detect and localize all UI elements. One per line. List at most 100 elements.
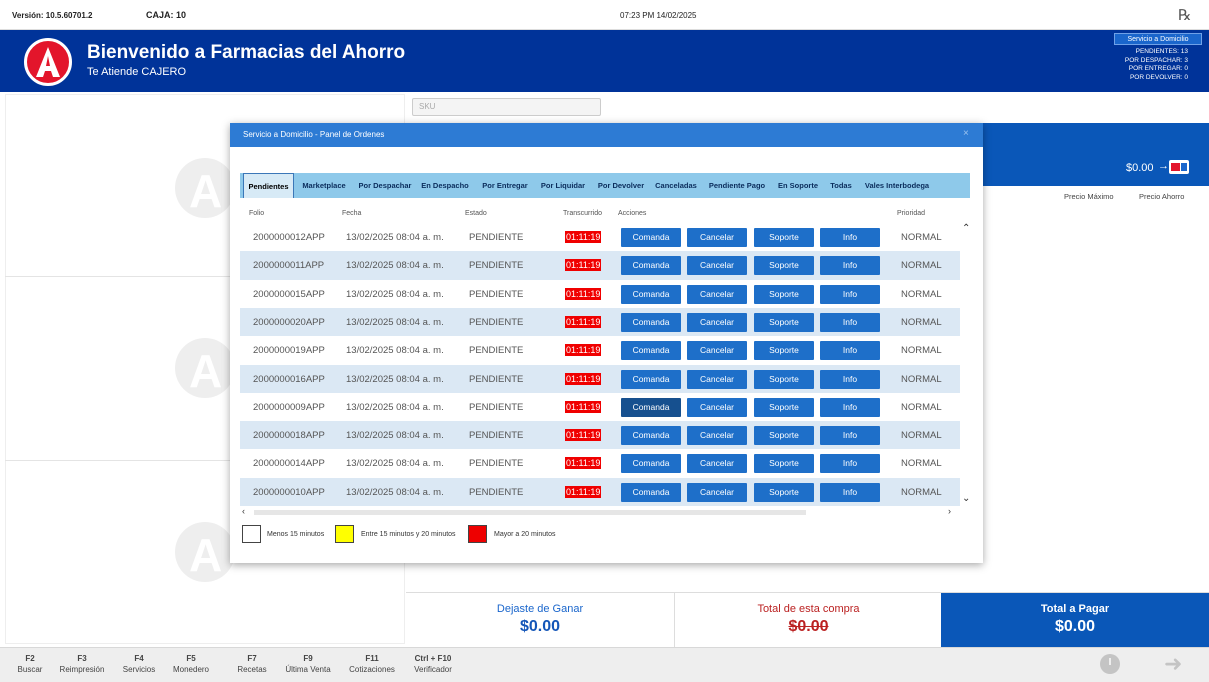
table-row[interactable]: 2000000009APP 13/02/2025 08:04 a. m. PEN… xyxy=(240,393,960,421)
comanda-button[interactable]: Comanda xyxy=(621,228,681,247)
tab-canceladas[interactable]: Canceladas xyxy=(652,173,700,198)
transcurrido-timer: 01:11:19 xyxy=(565,287,602,300)
comanda-button[interactable]: Comanda xyxy=(621,369,681,389)
tab-vales-interbodega[interactable]: Vales Interbodega xyxy=(861,173,933,198)
info-button[interactable]: Info xyxy=(820,426,880,446)
table-row[interactable]: 2000000016APP 13/02/2025 08:04 a. m. PEN… xyxy=(240,364,960,393)
info-button[interactable]: Info xyxy=(820,397,880,417)
fk-servicios[interactable]: F4 Servicios xyxy=(118,653,160,675)
col-estado[interactable]: Estado xyxy=(465,210,487,217)
close-icon[interactable]: × xyxy=(963,128,969,139)
scroll-up-icon[interactable]: ⌃ xyxy=(962,223,970,234)
table-row[interactable]: 2000000011APP 13/02/2025 08:04 a. m. PEN… xyxy=(240,251,960,280)
info-button[interactable]: Info xyxy=(820,228,880,247)
rx-icon[interactable]: ℞ xyxy=(1178,6,1191,24)
scroll-down-icon[interactable]: ⌄ xyxy=(962,493,970,504)
soporte-button[interactable]: Soporte xyxy=(754,312,814,332)
comanda-button[interactable]: Comanda xyxy=(621,341,681,361)
band-total: $0.00 xyxy=(1126,162,1154,174)
comanda-button[interactable]: Comanda xyxy=(621,312,681,332)
col-fecha[interactable]: Fecha xyxy=(342,210,361,217)
table-row[interactable]: 2000000018APP 13/02/2025 08:04 a. m. PEN… xyxy=(240,421,960,450)
tab-por-despachar[interactable]: Por Despachar xyxy=(356,173,414,198)
tab-en-soporte[interactable]: En Soporte xyxy=(774,173,822,198)
fk-verificador[interactable]: Ctrl + F10 Verificador xyxy=(408,653,458,675)
comanda-button[interactable]: Comanda xyxy=(621,482,681,502)
comanda-button[interactable]: Comanda xyxy=(621,426,681,446)
scroll-left-icon[interactable]: ‹ xyxy=(242,506,245,516)
cancelar-button[interactable]: Cancelar xyxy=(687,228,747,247)
soporte-button[interactable]: Soporte xyxy=(754,482,814,502)
comanda-button[interactable]: Comanda xyxy=(621,454,681,474)
history-clock-icon[interactable] xyxy=(1100,654,1120,674)
cancelar-button[interactable]: Cancelar xyxy=(687,284,747,304)
info-button[interactable]: Info xyxy=(820,312,880,332)
info-button[interactable]: Info xyxy=(820,341,880,361)
soporte-button[interactable]: Soporte xyxy=(754,341,814,361)
scroll-right-icon[interactable]: › xyxy=(948,506,951,516)
transcurrido-timer: 01:11:19 xyxy=(565,344,602,357)
cancelar-button[interactable]: Cancelar xyxy=(687,454,747,474)
tab-pendiente-pago[interactable]: Pendiente Pago xyxy=(705,173,769,198)
cancelar-button[interactable]: Cancelar xyxy=(687,312,747,332)
table-row[interactable]: 2000000012APP 13/02/2025 08:04 a. m. PEN… xyxy=(240,223,960,251)
sku-input[interactable]: SKU xyxy=(412,98,601,116)
info-button[interactable]: Info xyxy=(820,482,880,502)
compra-label: Total de esta compra xyxy=(757,603,860,615)
scroll-thumb[interactable] xyxy=(254,510,806,515)
soporte-button[interactable]: Soporte xyxy=(754,256,814,276)
fk-monedero[interactable]: F5 Monedero xyxy=(168,653,214,675)
servicio-domicilio-button[interactable]: Servicio a Domicilio xyxy=(1114,33,1202,45)
col-prioridad[interactable]: Prioridad xyxy=(897,210,925,217)
tab-todas[interactable]: Todas xyxy=(827,173,855,198)
cancelar-button[interactable]: Cancelar xyxy=(687,256,747,276)
info-button[interactable]: Info xyxy=(820,284,880,304)
tab-por-liquidar[interactable]: Por Liquidar xyxy=(537,173,589,198)
tab-pendientes[interactable]: Pendientes xyxy=(243,173,294,198)
prioridad-cell: NORMAL xyxy=(901,401,942,413)
cancelar-button[interactable]: Cancelar xyxy=(687,482,747,502)
tab-en-despacho[interactable]: En Despacho xyxy=(419,173,471,198)
col-transcurrido[interactable]: Transcurrido xyxy=(563,210,602,217)
comanda-button[interactable]: Comanda xyxy=(621,284,681,304)
info-button[interactable]: Info xyxy=(820,256,880,276)
soporte-button[interactable]: Soporte xyxy=(754,228,814,247)
fk-buscar[interactable]: F2 Buscar xyxy=(12,653,48,675)
soporte-button[interactable]: Soporte xyxy=(754,397,814,417)
fk-key: F9 xyxy=(303,654,313,663)
soporte-button[interactable]: Soporte xyxy=(754,426,814,446)
fk-ultima-venta[interactable]: F9 Última Venta xyxy=(280,653,336,675)
cancelar-button[interactable]: Cancelar xyxy=(687,369,747,389)
horizontal-scrollbar[interactable]: ‹ › xyxy=(240,506,960,518)
tab-por-devolver[interactable]: Por Devolver xyxy=(594,173,648,198)
info-button[interactable]: Info xyxy=(820,369,880,389)
cancelar-button[interactable]: Cancelar xyxy=(687,341,747,361)
col-acciones[interactable]: Acciones xyxy=(618,210,646,217)
folio-cell: 2000000016APP xyxy=(253,373,325,385)
fk-cotizaciones[interactable]: F11 Cotizaciones xyxy=(344,653,400,675)
soporte-button[interactable]: Soporte xyxy=(754,284,814,304)
fk-recetas[interactable]: F7 Recetas xyxy=(232,653,272,675)
tab-por-entregar[interactable]: Por Entregar xyxy=(479,173,531,198)
vertical-scrollbar[interactable]: ⌃ ⌄ xyxy=(960,223,972,508)
fk-reimpresion[interactable]: F3 Reimpresión xyxy=(56,653,108,675)
table-row[interactable]: 2000000019APP 13/02/2025 08:04 a. m. PEN… xyxy=(240,336,960,364)
cancelar-button[interactable]: Cancelar xyxy=(687,426,747,446)
col-folio[interactable]: Folio xyxy=(249,210,264,217)
next-arrow-icon[interactable]: ➜ xyxy=(1164,653,1184,675)
fk-key: F5 xyxy=(186,654,196,663)
table-row[interactable]: 2000000014APP 13/02/2025 08:04 a. m. PEN… xyxy=(240,449,960,477)
soporte-button[interactable]: Soporte xyxy=(754,454,814,474)
cancelar-button[interactable]: Cancelar xyxy=(687,397,747,417)
tab-marketplace[interactable]: Marketplace xyxy=(298,173,350,198)
table-row[interactable]: 2000000020APP 13/02/2025 08:04 a. m. PEN… xyxy=(240,307,960,337)
info-button[interactable]: Info xyxy=(820,454,880,474)
soporte-button[interactable]: Soporte xyxy=(754,369,814,389)
total-a-pagar[interactable]: Total a Pagar $0.00 xyxy=(941,593,1209,647)
table-row[interactable]: 2000000015APP 13/02/2025 08:04 a. m. PEN… xyxy=(240,280,960,308)
table-row[interactable]: 2000000010APP 13/02/2025 08:04 a. m. PEN… xyxy=(240,477,960,506)
card-icon[interactable] xyxy=(1169,160,1189,174)
prioridad-cell: NORMAL xyxy=(901,232,942,243)
comanda-button[interactable]: Comanda xyxy=(621,397,681,417)
comanda-button[interactable]: Comanda xyxy=(621,256,681,276)
